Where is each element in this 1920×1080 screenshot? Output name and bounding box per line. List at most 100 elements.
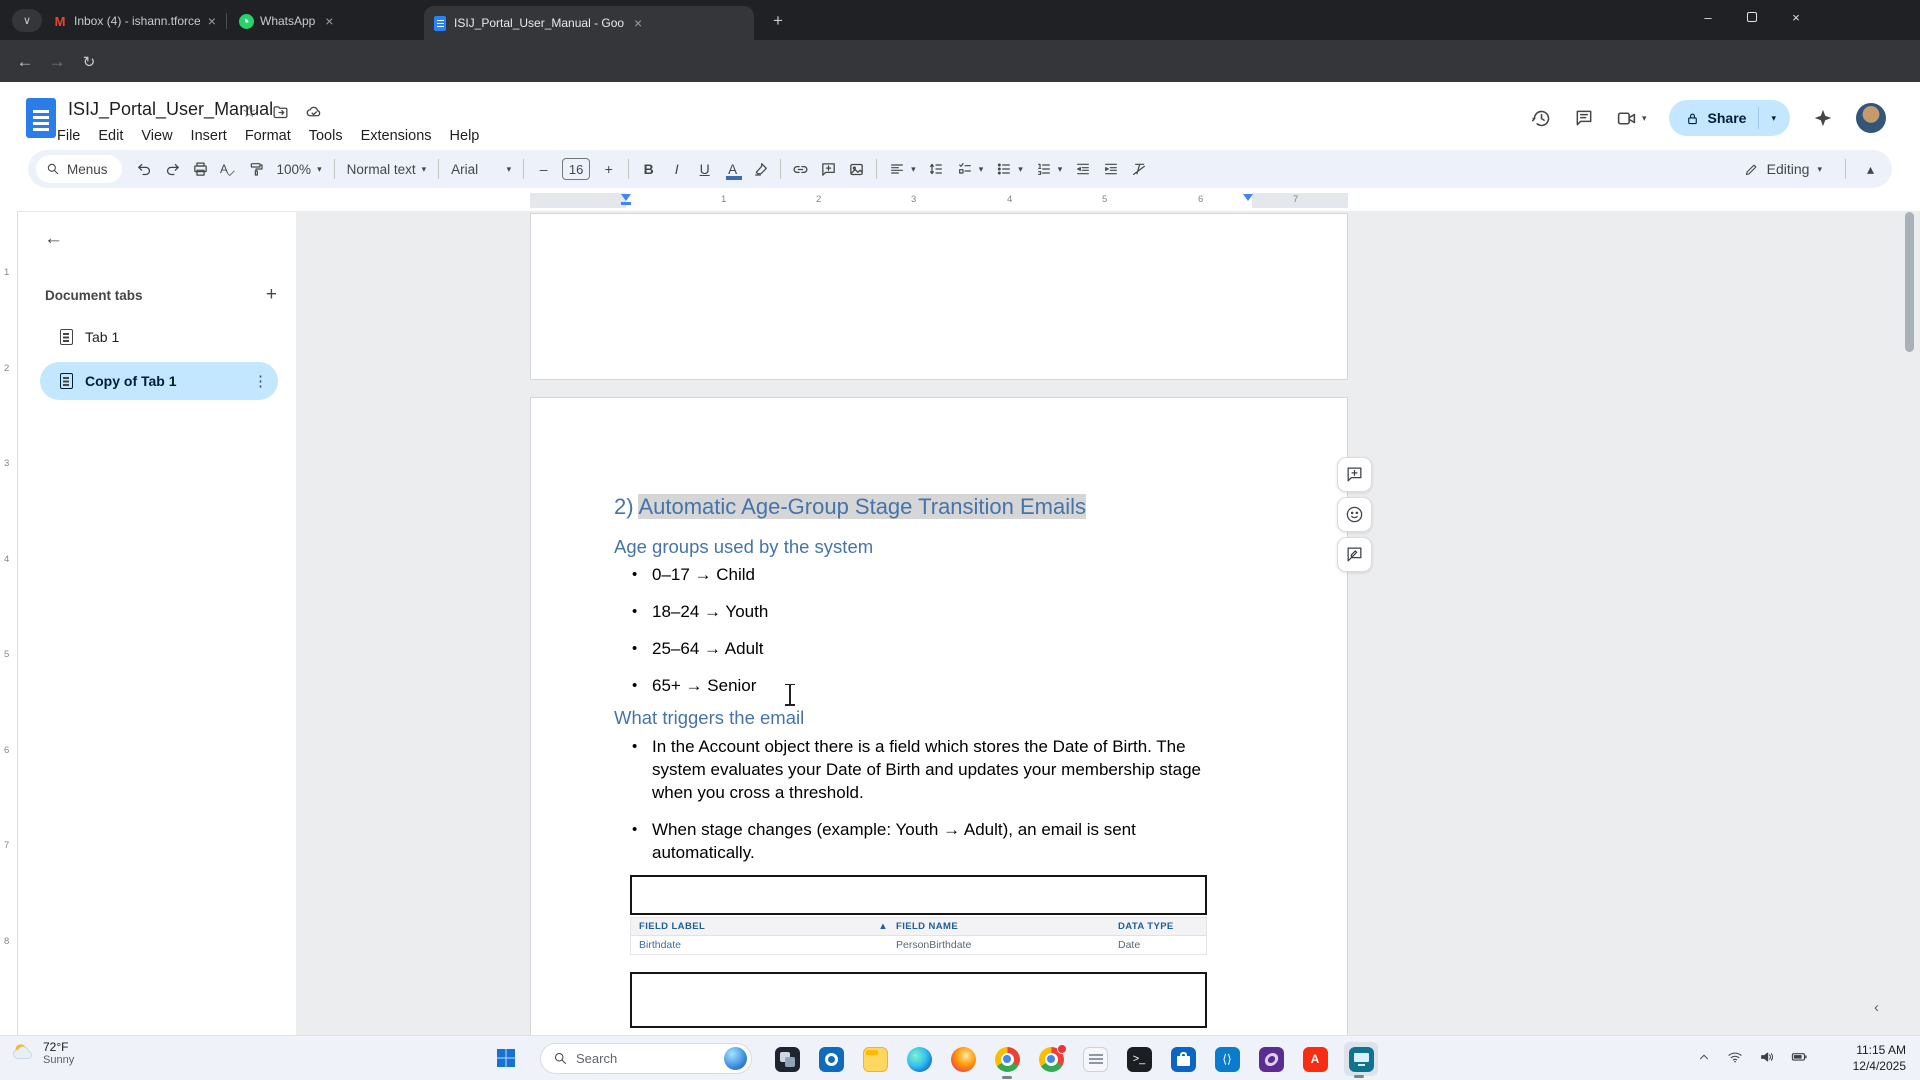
editing-mode-button[interactable]: Editing ▾ <box>1732 155 1834 183</box>
vertical-scrollbar-thumb[interactable] <box>1905 212 1914 352</box>
paragraph-style-select[interactable]: Normal text▾ <box>341 156 433 183</box>
taskbar-edge-icon[interactable] <box>904 1044 934 1074</box>
menu-view[interactable]: View <box>134 126 179 146</box>
suggest-edits-float-button[interactable] <box>1337 537 1372 572</box>
vertical-ruler[interactable]: 1 2 3 4 5 6 7 8 <box>0 211 17 1035</box>
paint-format-button[interactable] <box>243 156 270 183</box>
forward-button[interactable]: → <box>44 49 70 75</box>
tab-close-icon[interactable]: × <box>321 13 337 29</box>
taskbar-file-explorer-icon[interactable] <box>860 1044 890 1074</box>
taskbar-task-view-icon[interactable] <box>772 1044 802 1074</box>
line-spacing-button[interactable] <box>923 156 950 183</box>
add-comment-float-button[interactable] <box>1337 457 1372 492</box>
taskbar-chrome-icon[interactable] <box>992 1044 1022 1074</box>
sidebar-item-tab1[interactable]: Tab 1 <box>40 318 278 356</box>
taskbar-acrobat-icon[interactable]: A <box>1300 1044 1330 1074</box>
tab-search-button[interactable]: ∨ <box>12 9 42 32</box>
add-comment-button[interactable] <box>815 156 842 183</box>
right-indent-marker[interactable] <box>1243 194 1253 201</box>
redo-button[interactable] <box>159 156 186 183</box>
taskbar-notepad-icon[interactable] <box>1080 1044 1110 1074</box>
browser-tab-docs-active[interactable]: ISIJ_Portal_User_Manual - Goo × <box>424 6 754 40</box>
version-history-icon[interactable] <box>1531 108 1552 129</box>
window-close-button[interactable]: × <box>1774 0 1818 34</box>
print-button[interactable] <box>187 156 214 183</box>
menu-format[interactable]: Format <box>238 126 298 146</box>
cloud-saved-icon[interactable] <box>305 103 323 121</box>
highlight-color-button[interactable] <box>747 156 774 183</box>
gemini-icon[interactable] <box>1812 107 1834 129</box>
reload-button[interactable]: ↻ <box>76 49 102 75</box>
taskbar-chrome-profile-icon[interactable] <box>1036 1044 1066 1074</box>
hidden-icons-chevron-icon[interactable] <box>1697 1050 1711 1064</box>
taskbar-clock[interactable]: 11:15 AM 12/4/2025 <box>1853 1042 1906 1074</box>
checklist-button[interactable]: ▾ <box>951 156 990 183</box>
add-tab-button[interactable]: + <box>266 284 277 306</box>
menu-insert[interactable]: Insert <box>184 126 234 146</box>
font-size-increase-button[interactable]: + <box>595 156 622 183</box>
align-button[interactable]: ▾ <box>883 156 922 183</box>
comment-history-icon[interactable] <box>1574 108 1594 128</box>
menus-search-button[interactable]: Menus <box>36 155 122 183</box>
taskbar-outlook-icon[interactable] <box>816 1044 846 1074</box>
tab-options-kebab-icon[interactable]: ⋮ <box>253 372 268 390</box>
share-dropdown-icon[interactable]: ▾ <box>1771 113 1776 124</box>
clear-formatting-button[interactable] <box>1125 156 1152 183</box>
move-to-folder-icon[interactable] <box>272 104 289 121</box>
hide-menus-button[interactable]: ▴ <box>1857 156 1884 183</box>
star-document-icon[interactable]: ☆ <box>242 102 256 122</box>
join-call-button[interactable]: ▾ <box>1616 108 1647 129</box>
menu-edit[interactable]: Edit <box>91 126 130 146</box>
account-avatar[interactable] <box>1856 103 1886 133</box>
font-size-input[interactable]: 16 <box>562 158 590 180</box>
show-side-panel-icon[interactable]: ‹ <box>1874 999 1879 1016</box>
taskbar-terminal-icon[interactable]: >_ <box>1124 1044 1154 1074</box>
taskbar-store-icon[interactable] <box>1168 1044 1198 1074</box>
window-maximize-button[interactable] <box>1730 0 1774 34</box>
first-line-indent-marker[interactable] <box>621 202 631 205</box>
numbered-list-button[interactable]: ▾ <box>1030 156 1069 183</box>
horizontal-ruler[interactable]: 1 2 3 4 5 6 7 <box>0 190 1920 211</box>
insert-link-button[interactable] <box>787 156 814 183</box>
decrease-indent-button[interactable] <box>1069 156 1096 183</box>
sidebar-back-button[interactable]: ← <box>44 228 63 250</box>
taskbar-firefox-icon[interactable] <box>948 1044 978 1074</box>
text-color-button[interactable]: A <box>719 156 746 183</box>
start-button[interactable] <box>494 1046 518 1075</box>
bulleted-list-button[interactable]: ▾ <box>990 156 1029 183</box>
weather-widget[interactable]: 72°F Sunny <box>10 1040 74 1066</box>
new-tab-button[interactable]: + <box>766 10 790 32</box>
increase-indent-button[interactable] <box>1097 156 1124 183</box>
font-select[interactable]: Arial▾ <box>445 156 517 183</box>
bold-button[interactable]: B <box>635 156 662 183</box>
insert-image-button[interactable] <box>843 156 870 183</box>
undo-button[interactable] <box>131 156 158 183</box>
back-button[interactable]: ← <box>12 49 38 75</box>
taskbar-search-box[interactable]: Search <box>540 1043 752 1074</box>
taskbar-vscode-icon[interactable]: ⟨⟩ <box>1212 1044 1242 1074</box>
sidebar-item-copy-of-tab1[interactable]: Copy of Tab 1 ⋮ <box>40 362 278 400</box>
tab-close-icon[interactable]: × <box>630 15 646 31</box>
spellcheck-button[interactable]: A <box>215 156 242 183</box>
menu-tools[interactable]: Tools <box>302 126 350 146</box>
embedded-screenshot-box-top[interactable] <box>630 875 1207 915</box>
volume-icon[interactable] <box>1759 1049 1775 1065</box>
underline-button[interactable]: U <box>691 156 718 183</box>
tab-close-icon[interactable]: × <box>206 13 218 29</box>
left-indent-marker[interactable] <box>621 194 631 201</box>
battery-icon[interactable] <box>1791 1048 1808 1065</box>
window-minimize-button[interactable]: – <box>1686 0 1730 34</box>
document-page-previous[interactable] <box>530 213 1348 380</box>
font-size-decrease-button[interactable]: – <box>530 156 557 183</box>
share-button[interactable]: Share ▾ <box>1669 100 1790 136</box>
menu-help[interactable]: Help <box>443 126 487 146</box>
menu-file[interactable]: File <box>50 126 87 146</box>
add-reaction-float-button[interactable] <box>1337 497 1372 532</box>
taskbar-visual-studio-icon[interactable] <box>1256 1044 1286 1074</box>
taskbar-display-app-icon[interactable] <box>1344 1042 1378 1076</box>
zoom-select[interactable]: 100%▾ <box>271 156 328 183</box>
browser-tab-gmail[interactable]: M Inbox (4) - ishann.tforce@gmai × <box>44 6 226 36</box>
menu-extensions[interactable]: Extensions <box>354 126 439 146</box>
wifi-icon[interactable] <box>1727 1049 1743 1065</box>
italic-button[interactable]: I <box>663 156 690 183</box>
